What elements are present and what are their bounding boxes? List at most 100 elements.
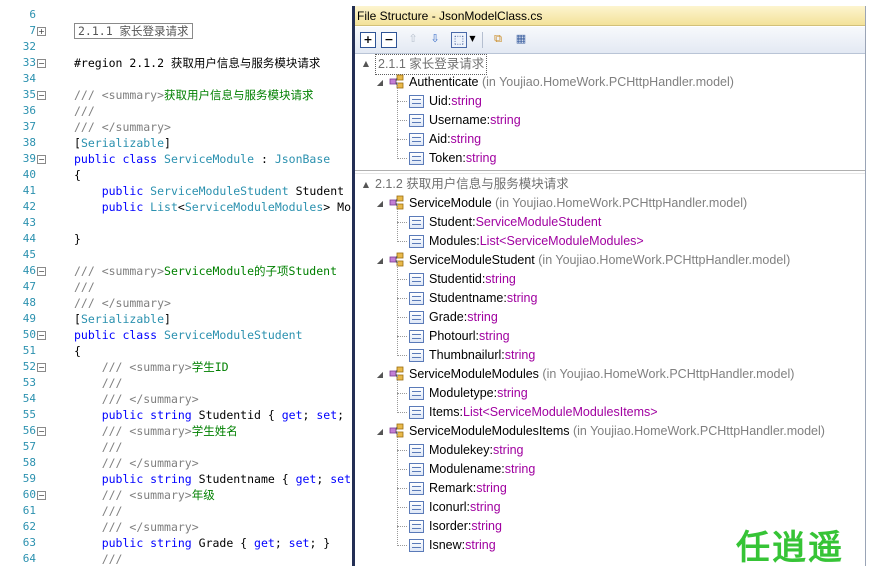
code-line[interactable]: 49 [Serializable] [0,311,352,327]
move-up-icon[interactable]: ⇧ [405,32,421,48]
code-line[interactable]: 48 /// </summary> [0,295,352,311]
collapse-arrow-icon[interactable]: ▲ [361,175,371,194]
class-node[interactable]: ◢ ServiceModuleStudent (in Youjiao.HomeWo… [355,251,860,270]
tree-connector [397,139,407,140]
class-namespace: (in Youjiao.HomeWork.PCHttpHandler.model… [538,367,795,381]
code-line[interactable]: 37 /// </summary> [0,119,352,135]
collapse-region-icon[interactable]: − [37,155,46,164]
code-line[interactable]: 50− public class ServiceModuleStudent [0,327,352,343]
collapse-arrow-icon[interactable]: ◢ [375,251,385,270]
field-node[interactable]: Student:ServiceModuleStudent [355,213,860,232]
code-line[interactable]: 55 public string Studentid { get; set; [0,407,352,423]
field-node[interactable]: Moduletype:string [355,384,860,403]
code-line[interactable]: 41 public ServiceModuleStudent Student [0,183,352,199]
collapse-region-icon[interactable]: − [37,59,46,68]
move-down-icon[interactable]: ⇩ [427,32,443,48]
code-line[interactable]: 62 /// </summary> [0,519,352,535]
class-name: ServiceModuleStudent (in Youjiao.HomeWor… [409,253,791,267]
settings-icon[interactable]: ▦ [513,32,529,48]
region-node[interactable]: ▲ 2.1.2 获取用户信息与服务模块请求 [355,175,855,194]
collapse-arrow-icon[interactable]: ◢ [375,365,385,384]
field-node[interactable]: Uid:string [355,92,860,111]
collapse-region-icon[interactable]: − [37,491,46,500]
code-line[interactable]: 44} [0,231,352,247]
code-line[interactable]: 42 public List<ServiceModuleModules> Mo [0,199,352,215]
file-structure-panel: File Structure - JsonModelClass.cs + − ⇧… [352,6,866,566]
field-node[interactable]: Token:string [355,149,860,168]
sync-icon[interactable]: ⧉ [490,32,506,48]
code-line[interactable]: 38 [Serializable] [0,135,352,151]
code-line[interactable]: 7 +2.1.1 家长登录请求 [0,23,352,39]
field-node[interactable]: Modulename:string [355,460,860,479]
field-type: string [479,329,510,343]
field-node[interactable]: Thumbnailurl:string [355,346,860,365]
expand-all-icon[interactable]: + [360,32,376,48]
field-type: string [485,272,516,286]
code-line[interactable]: 60− /// <summary>年级 [0,487,352,503]
collapse-region-icon[interactable]: − [37,427,46,436]
collapse-region-icon[interactable]: − [37,363,46,372]
code-line[interactable]: 45 [0,247,352,263]
code-line[interactable]: 33− #region 2.1.2 获取用户信息与服务模块请求 [0,55,352,71]
collapse-region-icon[interactable]: − [37,331,46,340]
code-text: public class ServiceModuleStudent [74,328,303,342]
field-icon [409,444,424,457]
code-line[interactable]: 58 /// </summary> [0,455,352,471]
collapse-all-icon[interactable]: − [381,32,397,48]
file-structure-tree: ▲ 2.1.1 家长登录请求 ◢ Authenticate (in Youjiao.H… [355,54,865,566]
code-line[interactable]: 53 /// [0,375,352,391]
collapsed-region[interactable]: 2.1.1 家长登录请求 [74,23,193,39]
collapse-arrow-icon[interactable]: ◢ [375,422,385,441]
field-node[interactable]: Iconurl:string [355,498,860,517]
collapse-arrow-icon[interactable]: ◢ [375,194,385,213]
field-node[interactable]: Username:string [355,111,860,130]
code-line[interactable]: 59 public string Studentname { get; set [0,471,352,487]
code-line[interactable]: 52− /// <summary>学生ID [0,359,352,375]
code-line[interactable]: 64 /// [0,551,352,566]
filter-icon[interactable]: ⬚ [451,32,467,48]
field-node[interactable]: Aid:string [355,130,860,149]
code-line[interactable]: 32 [0,39,352,55]
field-node[interactable]: Modulekey:string [355,441,860,460]
code-line[interactable]: 40 { [0,167,352,183]
code-line[interactable]: 54 /// </summary> [0,391,352,407]
file-structure-title[interactable]: File Structure - JsonModelClass.cs [355,6,865,26]
field-node[interactable]: Photourl:string [355,327,860,346]
code-text: /// </summary> [74,296,171,310]
code-editor[interactable]: 6 7 +2.1.1 家长登录请求 32 33− #region 2.1.2 获取用户信息… [0,0,352,566]
class-node[interactable]: ◢ Authenticate (in Youjiao.HomeWork.PCHtt… [355,73,860,92]
code-line[interactable]: 43 [0,215,352,231]
line-number: 55 [22,408,36,421]
class-node[interactable]: ◢ ServiceModule (in Youjiao.HomeWork.PCHt… [355,194,860,213]
code-line[interactable]: 57 /// [0,439,352,455]
expand-region-icon[interactable]: + [37,27,46,36]
collapse-region-icon[interactable]: − [37,91,46,100]
code-line[interactable]: 47 /// [0,279,352,295]
line-number: 54 [22,392,36,405]
dropdown-arrow-icon[interactable]: ▼ [468,32,477,48]
field-node[interactable]: Studentid:string [355,270,860,289]
code-line[interactable]: 36 /// [0,103,352,119]
field-node[interactable]: Remark:string [355,479,860,498]
code-line[interactable]: 39− public class ServiceModule : JsonBase [0,151,352,167]
class-node[interactable]: ◢ ServiceModuleModulesItems (in Youjiao.H… [355,422,860,441]
code-line[interactable]: 51 { [0,343,352,359]
collapse-arrow-icon[interactable]: ▲ [361,54,371,73]
code-line[interactable]: 6 [0,7,352,23]
field-node[interactable]: Modules:List<ServiceModuleModules> [355,232,860,251]
code-line[interactable]: 35− /// <summary>获取用户信息与服务模块请求 [0,87,352,103]
class-node[interactable]: ◢ ServiceModuleModules (in Youjiao.HomeWo… [355,365,860,384]
collapse-arrow-icon[interactable]: ◢ [375,73,385,92]
field-node[interactable]: Items:List<ServiceModuleModulesItems> [355,403,860,422]
code-line[interactable]: 34 [0,71,352,87]
class-namespace: (in Youjiao.HomeWork.PCHttpHandler.model… [569,424,825,438]
code-line[interactable]: 63 public string Grade { get; set; } [0,535,352,551]
code-line[interactable]: 56− /// <summary>学生姓名 [0,423,352,439]
code-line[interactable]: 46− /// <summary>ServiceModule的子项Student [0,263,352,279]
region-node[interactable]: ▲ 2.1.1 家长登录请求 [355,54,855,75]
field-node[interactable]: Grade:string [355,308,860,327]
field-node[interactable]: Studentname:string [355,289,860,308]
field-name: Grade:string [429,310,498,324]
code-line[interactable]: 61 /// [0,503,352,519]
collapse-region-icon[interactable]: − [37,267,46,276]
